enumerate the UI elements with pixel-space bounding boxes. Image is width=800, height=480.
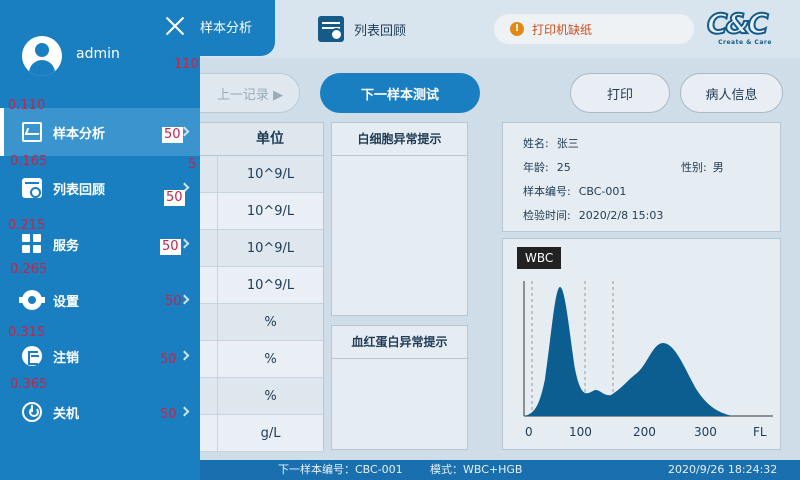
chevron-right-icon (179, 406, 190, 417)
printer-alert-text: 打印机缺纸 (532, 22, 593, 37)
table-row: 10^9/L (186, 193, 323, 230)
patient-sample-id: 样本编号: CBC-001 (523, 185, 627, 198)
print-button[interactable]: 打印 (570, 73, 670, 113)
x-tick-label: 200 (633, 425, 656, 439)
logo: C&C Create & Care (706, 7, 783, 48)
chevron-right-icon (179, 238, 190, 249)
printer-alert: ! 打印机缺纸 (494, 14, 694, 44)
debug-label: 50 (160, 239, 181, 255)
unit-cell: 10^9/L (246, 278, 295, 293)
debug-label: 0.165 (10, 154, 48, 169)
menu-item-label: 注销 (53, 350, 80, 366)
table-row: % (186, 341, 323, 378)
unit-header: 单位 (186, 123, 323, 156)
unit-cell: 10^9/L (246, 241, 295, 256)
x-tick-label: 100 (569, 425, 592, 439)
histogram-curve (524, 287, 733, 416)
table-row: 10^9/L (186, 267, 323, 304)
wbc-histogram: WBC 0 100 200 300 FL (502, 238, 781, 450)
debug-label: 50 (160, 352, 177, 367)
x-tick-label: 0 (525, 425, 533, 439)
menu-item-label: 设置 (53, 294, 80, 310)
warning-icon: ! (510, 22, 524, 36)
list-review-icon (318, 16, 344, 42)
x-tick-label: FL (753, 425, 767, 439)
debug-label: 0.365 (10, 377, 48, 392)
user-name: admin (76, 46, 120, 62)
list-review-icon (22, 178, 42, 198)
histogram-svg: 0 100 200 300 FL (523, 281, 773, 439)
wbc-alert-title: 白细胞异常提示 (332, 123, 467, 156)
wbc-alert-panel: 白细胞异常提示 (331, 122, 468, 316)
debug-label: 0.215 (8, 218, 46, 233)
power-icon (22, 402, 42, 422)
avatar (22, 36, 62, 76)
close-icon[interactable] (163, 14, 187, 38)
next-sample-status: 下一样本编号：CBC-001 (278, 463, 403, 476)
table-row: % (186, 378, 323, 415)
unit-cell: % (264, 389, 277, 404)
debug-label: 0.110 (8, 98, 46, 113)
menu-item-label: 服务 (53, 238, 80, 254)
table-row: 10^9/L (186, 230, 323, 267)
unit-cell: % (264, 315, 277, 330)
unit-cell: 10^9/L (246, 167, 295, 182)
patient-age: 年龄: 25 (523, 161, 571, 174)
table-row: % (186, 304, 323, 341)
mode-status: 模式：WBC+HGB (430, 463, 523, 476)
hgb-alert-panel: 血红蛋白异常提示 (331, 325, 468, 450)
result-table: 单位 10^9/L 10^9/L 10^9/L 10^9/L % % % g/L (185, 122, 324, 452)
patient-info-panel: 姓名: 张三 年龄: 25 性别: 男 样本编号: CBC-001 检验时间: 2020/… (502, 122, 781, 232)
debug-label: 0.265 (10, 262, 48, 277)
logo-mark: C&C (706, 7, 770, 40)
patient-info-button[interactable]: 病人信息 (680, 73, 783, 113)
debug-label: 50 (162, 127, 183, 143)
debug-label: 5 (188, 157, 197, 172)
datetime-status: 2020/9/26 18:24:32 (668, 463, 778, 476)
chevron-right-icon (179, 350, 190, 361)
debug-label: 0.315 (8, 325, 46, 340)
menu-item-label: 关机 (53, 406, 80, 422)
gear-icon (19, 290, 45, 310)
table-row: 10^9/L (186, 156, 323, 193)
hgb-alert-title: 血红蛋白异常提示 (332, 326, 467, 359)
patient-sex: 性别: 男 (681, 161, 724, 174)
unit-cell: g/L (260, 426, 281, 441)
logout-icon (22, 346, 42, 366)
unit-cell: % (264, 352, 277, 367)
logo-subtitle: Create & Care (718, 39, 772, 46)
unit-cell: 10^9/L (246, 204, 295, 219)
patient-name: 姓名: 张三 (523, 137, 579, 150)
tab-list-review[interactable]: 列表回顾 (318, 14, 406, 44)
debug-label: 110 (174, 57, 199, 72)
grid-icon (22, 234, 42, 254)
menu-item-label: 样本分析 (53, 126, 106, 142)
patient-test-time: 检验时间: 2020/2/8 15:03 (523, 209, 664, 222)
analysis-icon (22, 122, 42, 142)
tab-list-review-label: 列表回顾 (354, 23, 407, 39)
menu-item-label: 列表回顾 (53, 182, 106, 198)
debug-label: 50 (160, 407, 177, 422)
table-row: g/L (186, 415, 323, 452)
next-sample-button[interactable]: 下一样本测试 (320, 73, 480, 113)
debug-label: 50 (164, 190, 185, 206)
debug-label: 50 (165, 294, 182, 309)
x-tick-label: 300 (694, 425, 717, 439)
